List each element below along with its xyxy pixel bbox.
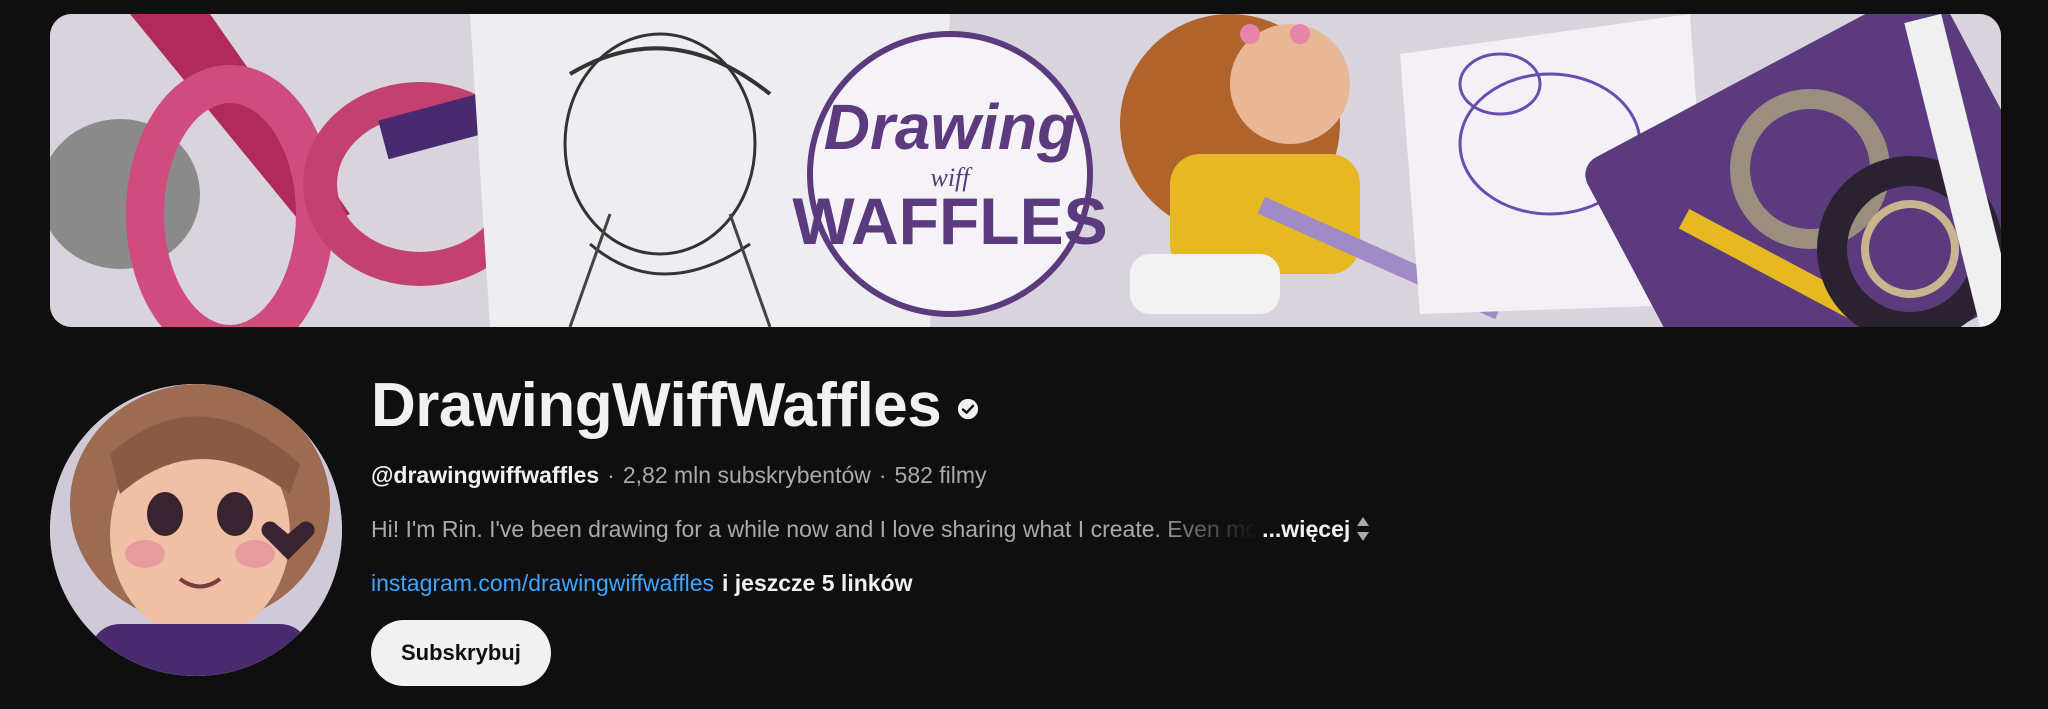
verified-check-icon [958,398,979,420]
more-label: ...więcej [1262,516,1351,542]
banner-artwork: Drawing wiff WAFFLES [50,14,2001,327]
girl-character [1120,14,1360,314]
meta-separator: · [878,462,887,488]
channel-handle: @drawingwiffwaffles [371,462,600,488]
channel-banner: Drawing wiff WAFFLES [50,14,2001,327]
subscribe-button[interactable]: Subskrybuj [371,620,551,686]
more-links-button[interactable]: i jeszcze 5 linków [722,570,912,596]
channel-title: DrawingWiffWaffles [371,370,942,440]
channel-meta: @drawingwiffwaffles · 2,82 mln subskrybent… [371,458,1771,492]
video-count: 582 filmy [894,462,987,488]
expand-caret-icon [1357,517,1370,541]
svg-text:Drawing: Drawing [824,91,1076,163]
description-text: Hi! I'm Rin. I've been drawing for a whi… [371,516,1259,542]
more-button[interactable]: ...więcej [1262,512,1370,546]
channel-description[interactable]: Hi! I'm Rin. I've been drawing for a whi… [371,512,1771,546]
channel-page: Drawing wiff WAFFLES DrawingWiffWaffles … [0,0,2048,709]
avatar-illustration [50,384,342,676]
svg-text:WAFFLES: WAFFLES [792,184,1107,258]
meta-separator: · [607,462,615,488]
channel-avatar[interactable] [50,384,342,676]
title-row: DrawingWiffWaffles [371,362,1771,448]
subscriber-count: 2,82 mln subskrybentów [622,462,871,488]
instagram-link[interactable]: instagram.com/drawingwiffwaffles [371,570,714,596]
channel-info: DrawingWiffWaffles @drawingwiffwaffles · 2… [371,362,1771,686]
channel-links: instagram.com/drawingwiffwaffles i jeszcz… [371,566,1771,600]
